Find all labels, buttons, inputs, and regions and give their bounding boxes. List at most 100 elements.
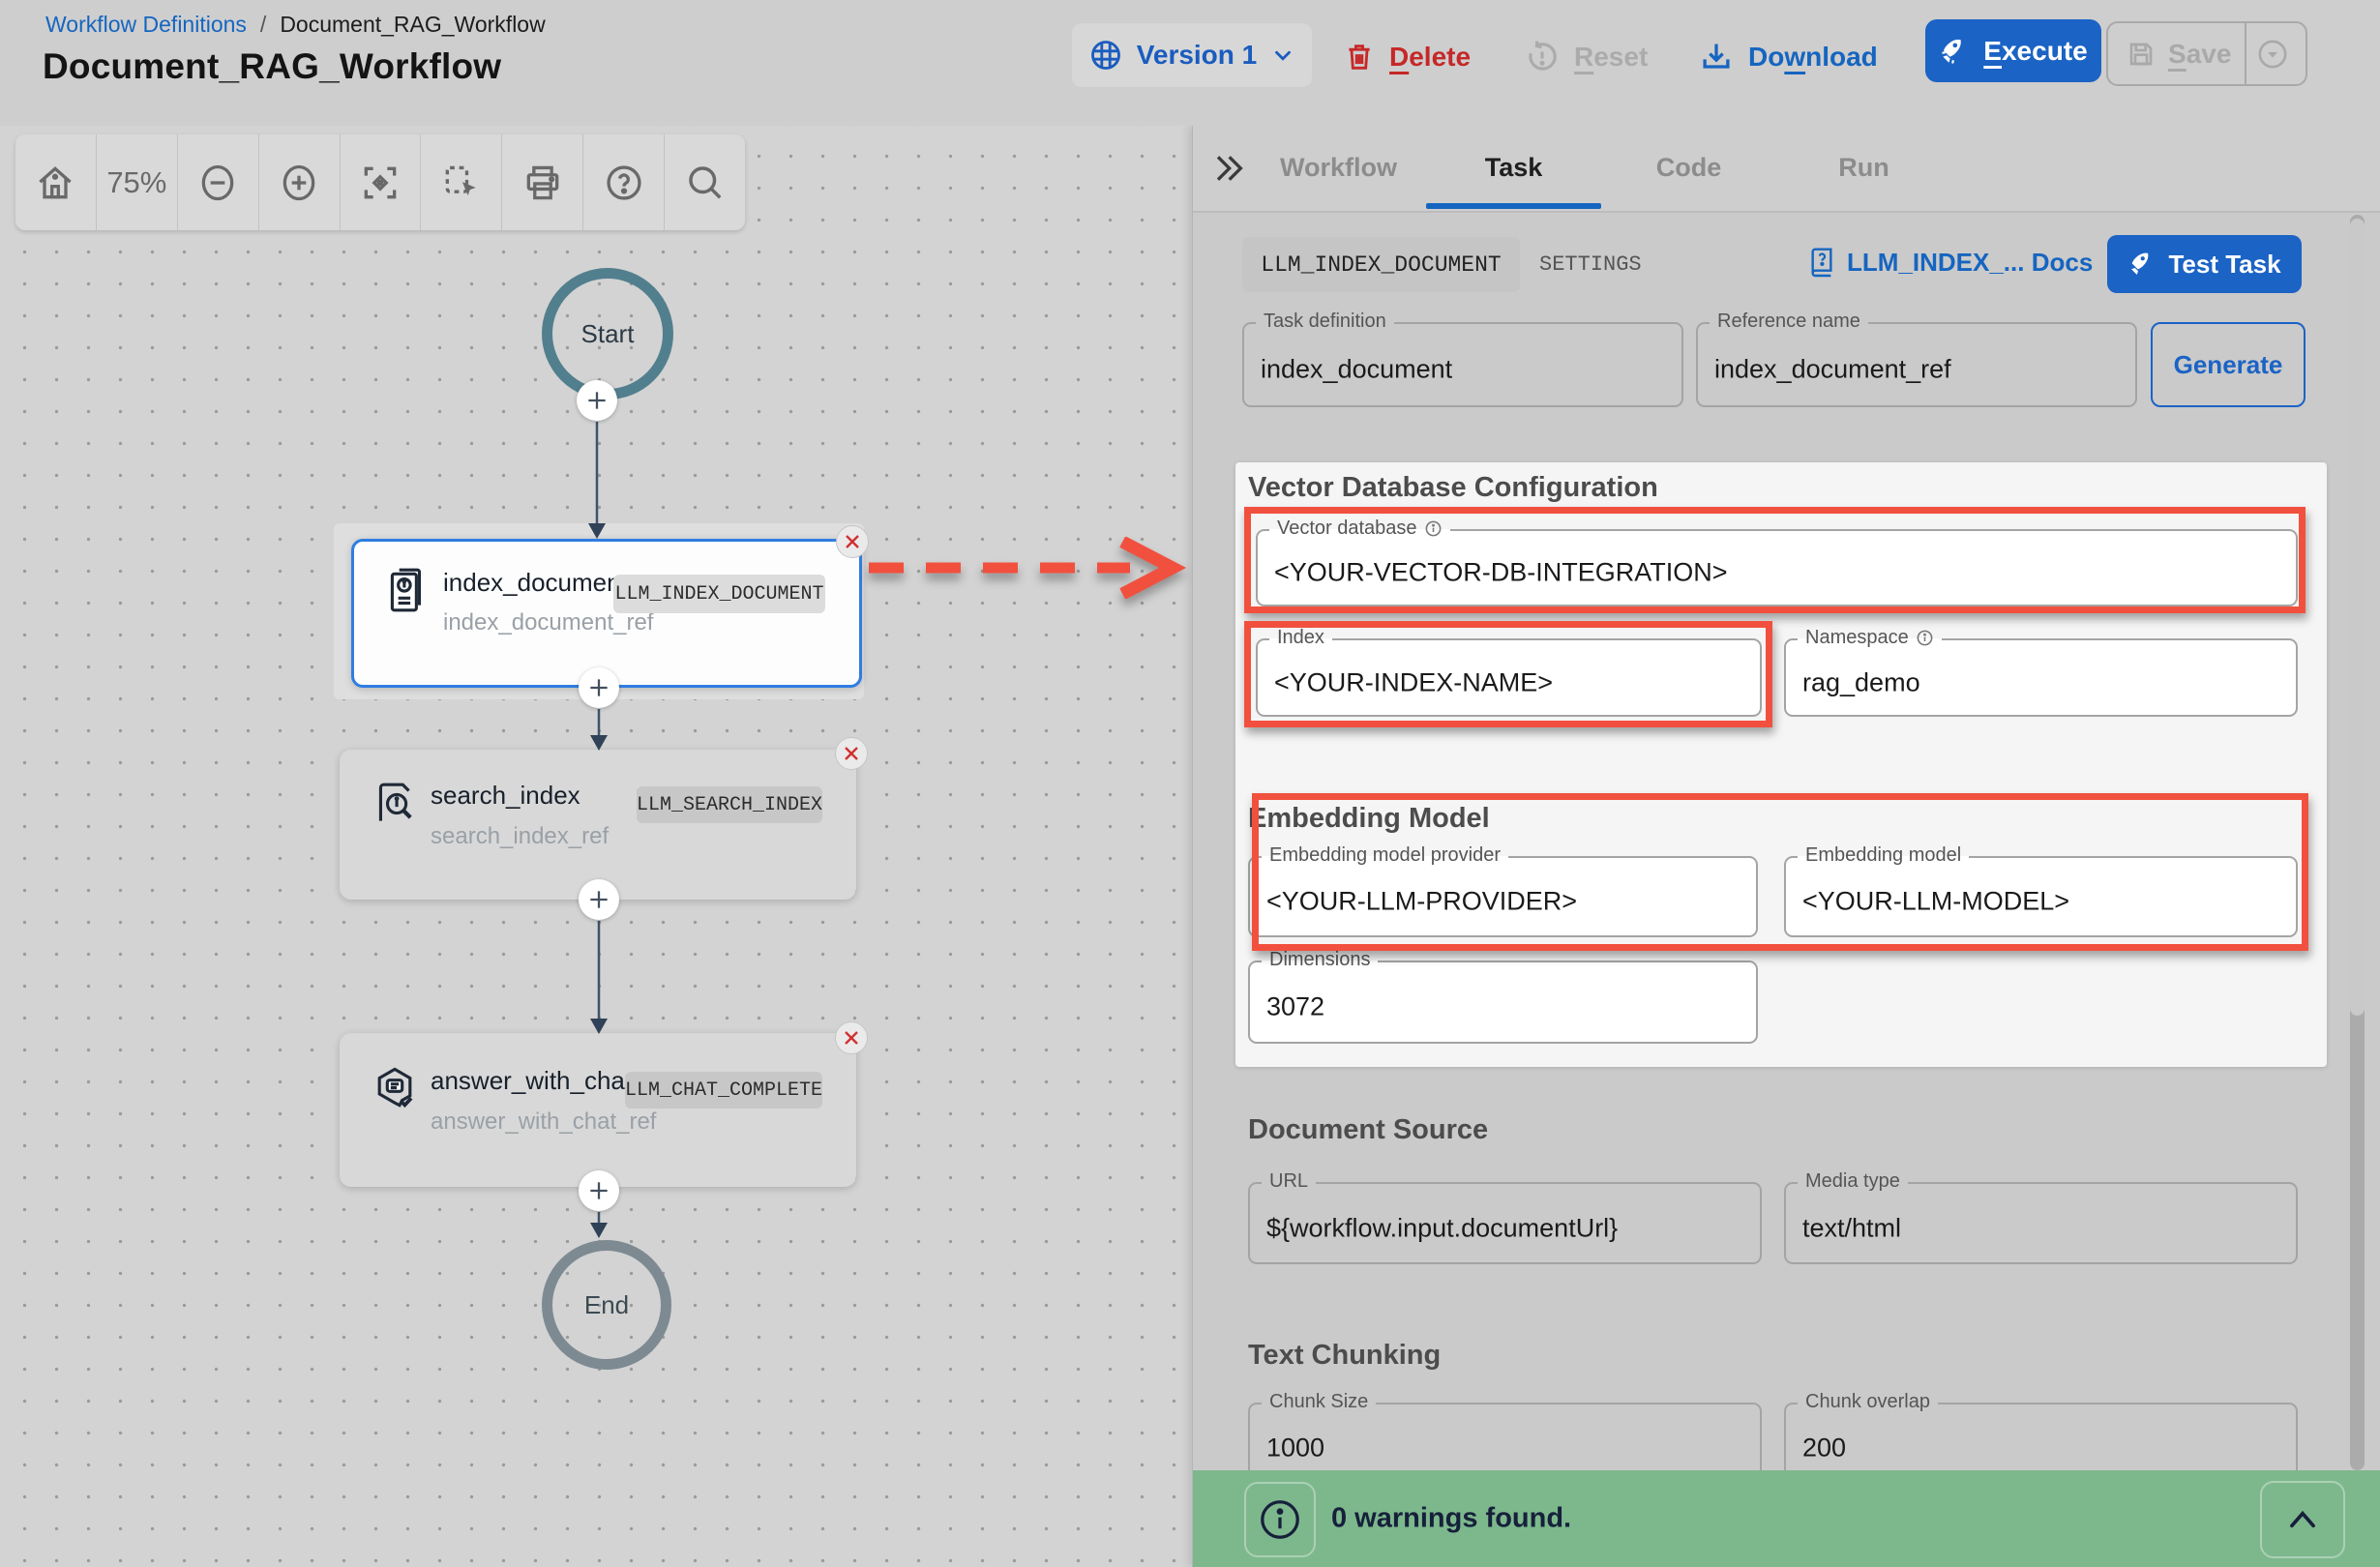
close-icon	[843, 1029, 860, 1047]
embedding-provider-value: <YOUR-LLM-PROVIDER>	[1266, 886, 1577, 916]
index-value: <YOUR-INDEX-NAME>	[1274, 667, 1553, 697]
embedding-model-label: Embedding model	[1798, 844, 1969, 867]
add-task-button[interactable]	[579, 879, 619, 920]
delete-button[interactable]: Delete	[1343, 39, 1471, 75]
search-icon	[684, 162, 727, 204]
add-task-button[interactable]	[577, 380, 617, 421]
task-config-panel: Workflow Task Code Run LLM_INDEX_DOCUMEN…	[1192, 126, 2380, 1567]
task-type-chip[interactable]: LLM_INDEX_DOCUMENT	[1242, 237, 1520, 292]
task-definition-label: Task definition	[1256, 310, 1394, 333]
url-value: ${workflow.input.documentUrl}	[1266, 1213, 1618, 1243]
warnings-info-button[interactable]	[1244, 1482, 1316, 1557]
url-field[interactable]: URL ${workflow.input.documentUrl}	[1248, 1182, 1762, 1264]
reference-name-field[interactable]: Reference name index_document_ref	[1696, 322, 2137, 407]
index-field[interactable]: Index <YOUR-INDEX-NAME>	[1256, 638, 1762, 717]
chevron-up-icon	[2284, 1505, 2321, 1534]
info-circle-icon	[1258, 1497, 1302, 1542]
version-label: Version 1	[1137, 40, 1258, 71]
zoom-out-icon	[196, 160, 239, 206]
execute-label: Execute	[1983, 36, 2087, 67]
reset-button[interactable]: Reset	[1524, 39, 1648, 75]
vector-database-field[interactable]: Vector database <YOUR-VECTOR-DB-INTEGRAT…	[1256, 529, 2298, 606]
page-title: Document_RAG_Workflow	[43, 46, 501, 87]
home-button[interactable]	[15, 134, 97, 230]
embedding-provider-label: Embedding model provider	[1262, 844, 1508, 867]
execute-button[interactable]: Execute	[1925, 19, 2101, 82]
add-task-button[interactable]	[579, 1170, 619, 1211]
generate-button[interactable]: Generate	[2151, 322, 2306, 407]
chunk-size-label: Chunk Size	[1262, 1391, 1376, 1413]
zoom-level-button[interactable]: 75%	[97, 134, 178, 230]
download-button[interactable]: Download	[1698, 39, 1878, 75]
vector-database-label: Vector database	[1269, 517, 1450, 540]
chunk-overlap-value: 200	[1802, 1433, 1846, 1463]
zoom-out-button[interactable]	[178, 134, 259, 230]
fit-to-screen-icon	[359, 162, 402, 204]
help-button[interactable]	[583, 134, 665, 230]
workflow-canvas[interactable]: 75%	[0, 126, 1192, 1567]
close-icon	[844, 533, 861, 550]
save-label: Save	[2168, 39, 2231, 70]
book-help-icon	[1806, 245, 1837, 280]
tab-code[interactable]: Code	[1601, 126, 1776, 209]
test-task-label: Test Task	[2168, 250, 2280, 280]
save-options-button[interactable]	[2245, 23, 2299, 84]
collapse-panel-button[interactable]	[1208, 149, 1247, 188]
remove-node-button[interactable]	[835, 1021, 868, 1054]
panel-tab-bar: Workflow Task Code Run	[1193, 126, 2380, 213]
embedding-model-field[interactable]: Embedding model <YOUR-LLM-MODEL>	[1784, 856, 2298, 937]
docs-link-label: LLM_INDEX_... Docs	[1847, 248, 2093, 278]
search-button[interactable]	[665, 134, 745, 230]
url-label: URL	[1262, 1170, 1316, 1193]
delete-label: Delete	[1389, 42, 1471, 73]
breadcrumb-current: Document_RAG_Workflow	[280, 12, 545, 38]
tab-workflow[interactable]: Workflow	[1251, 126, 1426, 209]
version-dropdown-button[interactable]: Version 1	[1072, 23, 1312, 87]
download-label: Download	[1748, 42, 1878, 73]
zoom-in-icon	[278, 160, 320, 206]
chevron-down-icon	[1270, 43, 1295, 68]
add-task-button[interactable]	[579, 667, 619, 708]
trash-icon	[1343, 39, 1376, 75]
home-icon	[34, 162, 76, 204]
app-header: Workflow Definitions / Document_RAG_Work…	[0, 0, 2380, 126]
dimensions-field[interactable]: Dimensions 3072	[1248, 961, 1758, 1044]
close-icon	[843, 745, 860, 762]
warnings-message: 0 warnings found.	[1331, 1503, 1571, 1535]
chunk-size-value: 1000	[1266, 1433, 1324, 1463]
embedding-model-value: <YOUR-LLM-MODEL>	[1802, 886, 2069, 916]
plus-icon	[586, 675, 611, 700]
settings-subtab[interactable]: SETTINGS	[1539, 237, 1642, 292]
media-type-field[interactable]: Media type text/html	[1784, 1182, 2298, 1264]
breadcrumb: Workflow Definitions / Document_RAG_Work…	[45, 12, 546, 38]
expand-warnings-button[interactable]	[2260, 1481, 2345, 1558]
plus-icon	[586, 1178, 611, 1203]
info-icon	[1424, 519, 1443, 538]
test-task-button[interactable]: Test Task	[2107, 235, 2302, 293]
select-mode-icon	[440, 162, 483, 204]
save-button[interactable]: Save	[2108, 23, 2245, 84]
plus-icon	[586, 887, 611, 912]
dimensions-value: 3072	[1266, 991, 1324, 1021]
panel-scrollbar-thumb[interactable]	[2350, 219, 2365, 1016]
reset-icon	[1524, 39, 1561, 75]
text-chunking-heading: Text Chunking	[1248, 1340, 1441, 1372]
select-mode-button[interactable]	[421, 134, 502, 230]
task-definition-field[interactable]: Task definition index_document	[1242, 322, 1683, 407]
canvas-toolbar: 75%	[15, 134, 745, 230]
namespace-field[interactable]: Namespace rag_demo	[1784, 638, 2298, 717]
media-type-label: Media type	[1798, 1170, 1908, 1193]
breadcrumb-root-link[interactable]: Workflow Definitions	[45, 12, 247, 38]
dimensions-label: Dimensions	[1262, 949, 1378, 971]
vector-database-value: <YOUR-VECTOR-DB-INTEGRATION>	[1274, 557, 1728, 587]
remove-node-button[interactable]	[835, 737, 868, 770]
tab-run[interactable]: Run	[1776, 126, 1951, 209]
embedding-provider-field[interactable]: Embedding model provider <YOUR-LLM-PROVI…	[1248, 856, 1758, 937]
fit-to-screen-button[interactable]	[341, 134, 422, 230]
version-globe-hash-icon	[1088, 38, 1123, 73]
docs-link[interactable]: LLM_INDEX_... Docs	[1806, 245, 2093, 280]
tab-task[interactable]: Task	[1426, 126, 1601, 209]
zoom-in-button[interactable]	[259, 134, 341, 230]
save-split-button: Save	[2106, 21, 2307, 86]
print-button[interactable]	[502, 134, 583, 230]
